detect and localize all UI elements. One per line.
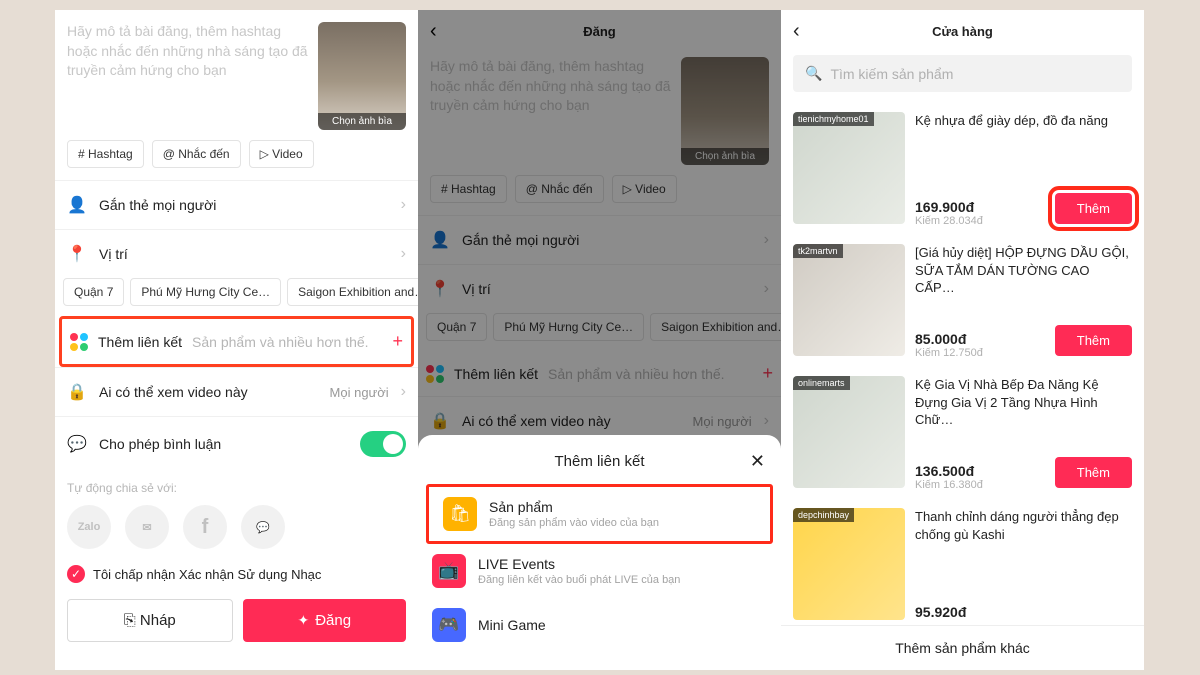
add-link-title: Thêm liên kết (98, 334, 182, 350)
product-name: Thanh chỉnh dáng người thẳng đẹp chống g… (915, 508, 1132, 543)
mention-chip[interactable]: @ Nhắc đến (152, 140, 241, 168)
chevron-right-icon: › (401, 196, 406, 214)
sheet-item-live[interactable]: 📺 LIVE Events Đăng liên kết vào buổi phá… (418, 544, 781, 598)
chevron-right-icon: › (401, 383, 406, 401)
product-name: [Giá hủy diệt] HỘP ĐỰNG DẦU GỘI, SỮA TẮM… (915, 244, 1132, 297)
privacy-value: Mọi người (330, 385, 389, 400)
check-icon: ✓ (67, 565, 85, 583)
loc-suggestion[interactable]: Quận 7 (63, 278, 124, 306)
back-icon[interactable]: ‹ (793, 20, 800, 43)
loc-suggestion[interactable]: Phú Mỹ Hưng City Ce… (130, 278, 281, 306)
add-link-highlight: Thêm liên kết Sản phẩm và nhiều hơn thế.… (59, 316, 414, 367)
product-option-highlight: 🛍 Sản phẩm Đăng sản phẩm vào video của b… (426, 484, 773, 544)
item-title: LIVE Events (478, 556, 680, 572)
share-messenger[interactable]: ✉ (125, 505, 169, 549)
comments-toggle[interactable] (360, 431, 406, 457)
product-name: Kệ Gia Vị Nhà Bếp Đa Năng Kệ Đựng Gia Vị… (915, 376, 1132, 429)
sheet-item-product[interactable]: 🛍 Sản phẩm Đăng sản phẩm vào video của b… (429, 487, 770, 541)
product-thumb[interactable]: tk2martvn (793, 244, 905, 356)
product-name: Kệ nhựa để giày dép, đồ đa năng (915, 112, 1132, 130)
tag-label: Gắn thẻ mọi người (99, 197, 389, 213)
share-other[interactable]: 💬 (241, 505, 285, 549)
game-icon: 🎮 (432, 608, 466, 642)
add-more-products-button[interactable]: Thêm sản phẩm khác (781, 625, 1144, 670)
item-subtitle: Đăng sản phẩm vào video của bạn (489, 517, 659, 529)
search-placeholder: Tìm kiếm sản phẩm (830, 66, 953, 82)
post-button[interactable]: ✦ Đăng (243, 599, 407, 642)
hashtag-chip[interactable]: # Hashtag (67, 140, 144, 168)
close-icon[interactable]: ✕ (750, 451, 765, 472)
tag-people-row[interactable]: 👤 Gắn thẻ mọi người › (55, 180, 418, 229)
caption-input[interactable]: Hãy mô tả bài đăng, thêm hashtag hoặc nh… (67, 22, 310, 130)
sparkle-icon: ✦ (297, 612, 309, 629)
product-row: tienichmyhome01 Kệ nhựa để giày dép, đồ … (781, 102, 1144, 234)
pin-icon: 📍 (67, 244, 87, 264)
product-price: 95.920đ (915, 604, 1132, 620)
cover-picker[interactable] (318, 22, 406, 130)
item-subtitle: Đăng liên kết vào buổi phát LIVE của bạn (478, 574, 680, 586)
person-icon: 👤 (67, 195, 87, 215)
add-product-button[interactable]: Thêm (1055, 457, 1132, 488)
location-row[interactable]: 📍 Vị trí › (55, 229, 418, 278)
add-product-button[interactable]: Thêm (1055, 325, 1132, 356)
plus-icon: + (392, 331, 403, 352)
product-thumb[interactable]: onlinemarts (793, 376, 905, 488)
comments-row: 💬 Cho phép bình luận (55, 416, 418, 471)
header-title: Cửa hàng (932, 24, 993, 39)
chevron-right-icon: › (401, 245, 406, 263)
search-input[interactable]: 🔍 Tìm kiếm sản phẩm (793, 55, 1132, 92)
accept-text: Tôi chấp nhận Xác nhận Sử dụng Nhạc (93, 567, 321, 582)
loc-suggestion[interactable]: Saigon Exhibition and… (287, 278, 418, 306)
comments-label: Cho phép bình luận (99, 436, 348, 452)
add-link-subtitle: Sản phẩm và nhiều hơn thế. (192, 334, 369, 350)
screen-post-editor-with-sheet: ‹ Đăng Hãy mô tả bài đăng, thêm hashtag … (418, 10, 781, 670)
video-chip[interactable]: ▷ Video (249, 140, 314, 168)
post-label: Đăng (315, 612, 351, 629)
screen-post-editor: Hãy mô tả bài đăng, thêm hashtag hoặc nh… (55, 10, 418, 670)
lock-icon: 🔒 (67, 382, 87, 402)
tv-icon: 📺 (432, 554, 466, 588)
share-zalo[interactable]: Zalo (67, 505, 111, 549)
product-thumb[interactable]: depchinhbay (793, 508, 905, 620)
product-row: onlinemarts Kệ Gia Vị Nhà Bếp Đa Năng Kệ… (781, 366, 1144, 498)
share-facebook[interactable]: f (183, 505, 227, 549)
add-product-button[interactable]: Thêm (1055, 193, 1132, 224)
music-accept-row[interactable]: ✓ Tôi chấp nhận Xác nhận Sử dụng Nhạc (55, 559, 418, 589)
grid-icon (70, 333, 88, 351)
product-row: tk2martvn [Giá hủy diệt] HỘP ĐỰNG DẦU GỘ… (781, 234, 1144, 366)
loc-label: Vị trí (99, 246, 389, 262)
privacy-label: Ai có thể xem video này (99, 384, 318, 400)
add-link-row[interactable]: Thêm liên kết Sản phẩm và nhiều hơn thế.… (62, 319, 411, 364)
share-label: Tự động chia sẻ với: (55, 471, 418, 501)
sheet-title: Thêm liên kết (554, 453, 644, 470)
search-icon: 🔍 (805, 65, 822, 82)
sheet-item-minigame[interactable]: 🎮 Mini Game (418, 598, 781, 652)
bag-icon: 🛍 (443, 497, 477, 531)
privacy-row[interactable]: 🔒 Ai có thể xem video này Mọi người › (55, 367, 418, 416)
item-title: Mini Game (478, 617, 546, 633)
screen-shop: ‹ Cửa hàng 🔍 Tìm kiếm sản phẩm tienichmy… (781, 10, 1144, 670)
comment-icon: 💬 (67, 434, 87, 454)
product-thumb[interactable]: tienichmyhome01 (793, 112, 905, 224)
add-link-sheet: Thêm liên kết ✕ 🛍 Sản phẩm Đăng sản phẩm… (418, 435, 781, 670)
item-title: Sản phẩm (489, 499, 659, 515)
draft-button[interactable]: ⎘ Nháp (67, 599, 233, 642)
